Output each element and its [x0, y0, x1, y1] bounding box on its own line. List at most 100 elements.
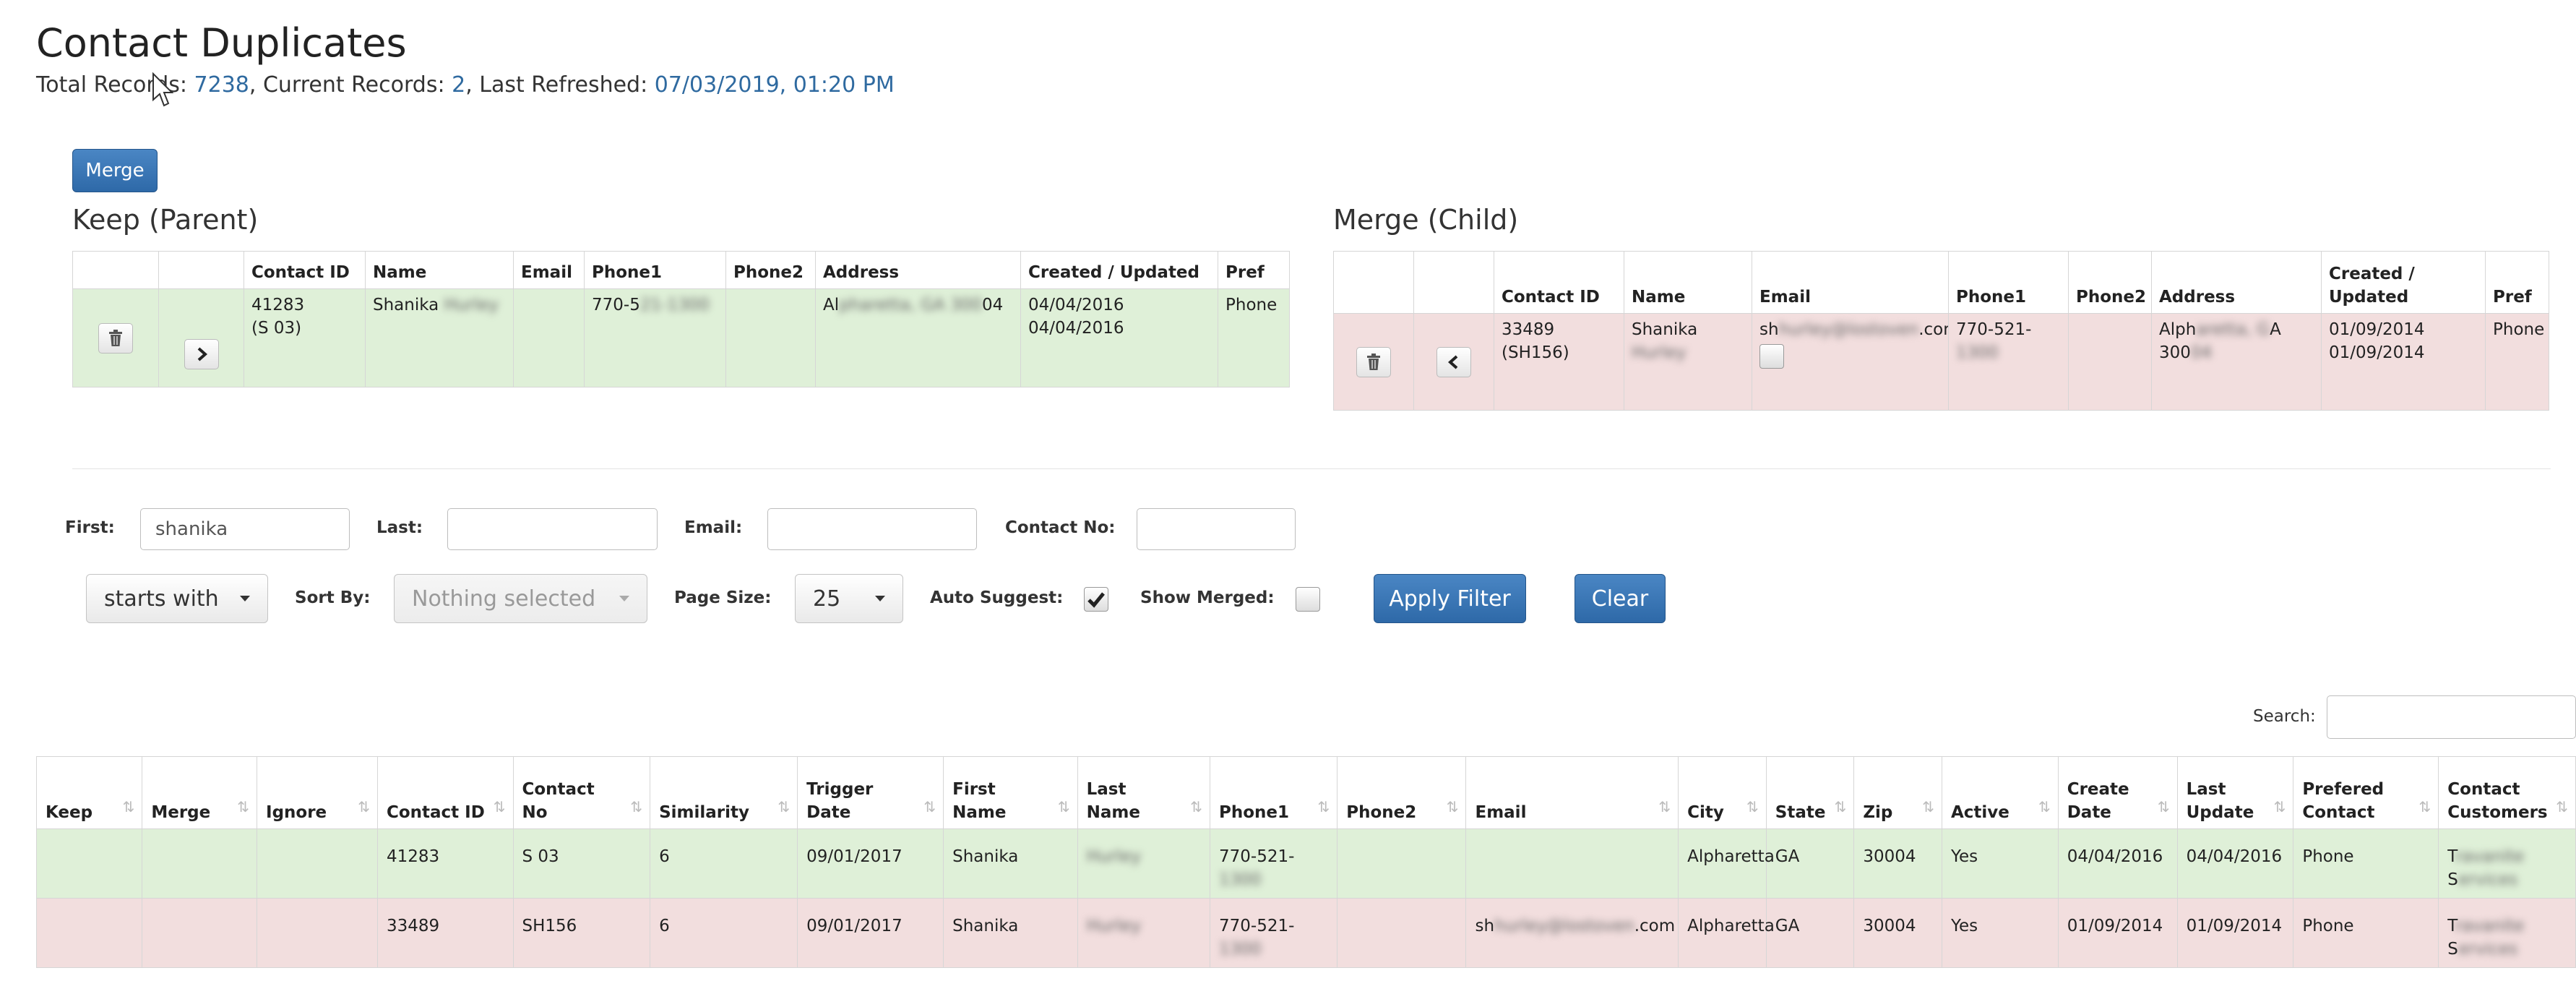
sort-icon: ⇅ — [1190, 798, 1203, 815]
keep-pref: Phone — [1218, 288, 1290, 387]
col-ignore[interactable]: Ignore ⇅ — [257, 756, 378, 829]
move-to-keep-button[interactable] — [1436, 346, 1471, 377]
col-contact-id[interactable]: Contact ID ⇅ — [376, 756, 514, 829]
current-records-label: , Current Records: — [249, 72, 452, 98]
sort-icon: ⇅ — [1446, 798, 1459, 815]
merge-pref: Phone — [2485, 313, 2549, 411]
merge-email-checkbox[interactable] — [1759, 344, 1784, 369]
cell-ignore[interactable] — [257, 898, 378, 968]
merge-header-phone2: Phone2 — [2068, 251, 2152, 314]
col-first-name[interactable]: First Name ⇅ — [943, 756, 1078, 829]
col-create-date[interactable]: Create Date ⇅ — [2057, 756, 2178, 829]
sort-icon: ⇅ — [237, 798, 250, 815]
clear-button[interactable]: Clear — [1575, 574, 1666, 623]
keep-header-delete — [72, 251, 159, 289]
merge-header-delete — [1333, 251, 1414, 314]
match-mode-dropdown[interactable]: starts with — [86, 574, 268, 623]
col-contact-no[interactable]: Contact No ⇅ — [512, 756, 651, 829]
cell-first-name: Shanika — [943, 898, 1078, 968]
col-phone2[interactable]: Phone2 ⇅ — [1337, 756, 1467, 829]
delete-keep-button[interactable] — [98, 322, 133, 354]
col-trigger-date[interactable]: Trigger Date ⇅ — [797, 756, 944, 829]
first-name-input[interactable]: shanika — [140, 508, 350, 550]
sort-by-label: Sort By: — [295, 588, 371, 607]
col-email[interactable]: Email ⇅ — [1465, 756, 1679, 829]
sort-by-value: Nothing selected — [412, 586, 596, 612]
keep-address: Al — [823, 296, 840, 314]
col-prefered-contact[interactable]: Prefered Contact ⇅ — [2293, 756, 2439, 829]
col-contact-customers[interactable]: Contact Customers ⇅ — [2438, 756, 2576, 829]
cell-customers-line2: S — [2447, 870, 2458, 889]
first-label: First: — [65, 518, 115, 537]
trash-icon — [1367, 353, 1380, 370]
delete-merge-button[interactable] — [1356, 346, 1391, 377]
cell-ignore[interactable] — [257, 828, 378, 899]
col-similarity[interactable]: Similarity ⇅ — [650, 756, 798, 829]
email-input[interactable] — [767, 508, 977, 550]
sort-icon: ⇅ — [2273, 798, 2286, 815]
keep-first-name: Shanika — [373, 296, 439, 314]
keep-address-redacted: pharetta, GA 300 — [839, 296, 983, 314]
cell-state: GA — [1765, 828, 1855, 899]
merge-header-phone1: Phone1 — [1948, 251, 2069, 314]
sort-icon: ⇅ — [1317, 798, 1330, 815]
col-merge[interactable]: Merge ⇅ — [142, 756, 258, 829]
cell-keep[interactable] — [35, 828, 143, 899]
merge-button[interactable]: Merge — [72, 149, 158, 192]
current-records-value: 2 — [452, 72, 466, 98]
keep-header-pref: Pref — [1218, 251, 1290, 289]
contact-no-input[interactable] — [1137, 508, 1296, 550]
cell-email-redacted: hurley@lostoven — [1494, 917, 1634, 935]
last-name-input[interactable] — [447, 508, 658, 550]
apply-filter-button[interactable]: Apply Filter — [1374, 574, 1526, 623]
page-size-value: 25 — [813, 586, 841, 612]
sort-icon: ⇅ — [358, 798, 370, 815]
table-row[interactable]: 33489 SH156 6 09/01/2017 Shanika Hurley … — [35, 898, 2576, 968]
keep-header-name: Name — [365, 251, 514, 289]
merge-created: 01/09/2014 — [2329, 320, 2425, 339]
search-input[interactable] — [2327, 695, 2576, 739]
chevron-right-icon — [197, 347, 207, 361]
chevron-left-icon — [1448, 355, 1458, 369]
cell-phone1: 770-521- — [1219, 917, 1295, 935]
last-refreshed-label: , Last Refreshed: — [465, 72, 655, 98]
cell-zip: 30004 — [1853, 828, 1942, 899]
sort-icon: ⇅ — [2556, 798, 2568, 815]
cell-contact-id: 41283 — [376, 828, 514, 899]
cell-keep[interactable] — [35, 898, 143, 968]
sort-icon: ⇅ — [777, 798, 791, 815]
sort-by-dropdown[interactable]: Nothing selected — [394, 574, 647, 623]
merge-last-name: Hurley — [1632, 343, 1687, 362]
cell-customers-line2-redacted: ervices — [2457, 940, 2518, 959]
cell-contact-id: 33489 — [376, 898, 514, 968]
col-city[interactable]: City ⇅ — [1678, 756, 1767, 829]
show-merged-checkbox[interactable] — [1296, 587, 1320, 612]
col-state[interactable]: State ⇅ — [1765, 756, 1855, 829]
cell-merge[interactable] — [142, 898, 258, 968]
col-keep[interactable]: Keep ⇅ — [35, 756, 143, 829]
col-last-update[interactable]: Last Update ⇅ — [2176, 756, 2294, 829]
table-row[interactable]: 41283 S 03 6 09/01/2017 Shanika Hurley 7… — [35, 828, 2576, 899]
keep-header-address: Address — [815, 251, 1021, 289]
keep-row: 41283 (S 03) Shanika Hurley 770-521-1300 … — [72, 288, 1290, 387]
col-last-name[interactable]: Last Name ⇅ — [1077, 756, 1211, 829]
email-label: Email: — [684, 518, 743, 537]
merge-header-move — [1413, 251, 1494, 314]
move-to-merge-button[interactable] — [184, 339, 219, 369]
col-zip[interactable]: Zip ⇅ — [1853, 756, 1942, 829]
merge-child-title: Merge (Child) — [1333, 204, 1519, 236]
col-active[interactable]: Active ⇅ — [1941, 756, 2059, 829]
caret-down-icon — [240, 596, 250, 601]
page-size-dropdown[interactable]: 25 — [795, 574, 903, 623]
keep-phone2 — [725, 288, 816, 387]
merge-email-end: .com — [1918, 320, 1947, 339]
keep-header-phone2: Phone2 — [725, 251, 816, 289]
cell-prefered-contact: Phone — [2293, 828, 2439, 899]
col-phone1[interactable]: Phone1 ⇅ — [1210, 756, 1338, 829]
page-size-label: Page Size: — [674, 588, 772, 607]
cell-merge[interactable] — [142, 828, 258, 899]
auto-suggest-checkbox[interactable] — [1084, 587, 1108, 612]
cell-prefered-contact: Phone — [2293, 898, 2439, 968]
keep-email — [513, 288, 585, 387]
cell-customers: T — [2447, 917, 2455, 935]
